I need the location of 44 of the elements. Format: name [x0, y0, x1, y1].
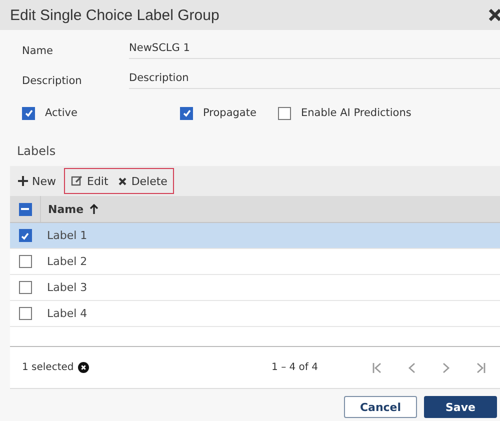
table-cell: Label 2	[47, 255, 88, 268]
row-checkbox[interactable]	[18, 307, 32, 320]
checkbox[interactable]	[180, 106, 193, 120]
checkbox-label: Enable AI Predictions	[301, 107, 412, 119]
plus-icon	[18, 176, 28, 186]
section-title: Labels	[16, 143, 57, 160]
page-range: 1 – 4 of 4	[272, 362, 318, 373]
row-checkbox[interactable]	[18, 229, 32, 242]
table-cell: Label 1	[47, 229, 88, 242]
table-row[interactable]: Label 2	[10, 249, 500, 275]
toolbar-button[interactable]: Edit	[67, 174, 112, 188]
field-label: Description	[22, 75, 83, 87]
minus-icon	[21, 207, 29, 211]
sort-arrow-icon[interactable]	[88, 203, 99, 215]
checkbox-label: Propagate	[203, 107, 256, 119]
column-header[interactable]: Name	[48, 202, 84, 216]
first-page-icon[interactable]	[372, 362, 382, 374]
table-cell: Label 4	[47, 307, 88, 320]
toolbar-button[interactable]: New	[14, 174, 60, 188]
toolbar-button[interactable]: Delete	[114, 174, 172, 188]
input-field[interactable]: Description	[129, 68, 500, 88]
edit-icon	[71, 175, 83, 187]
checkbox-label: Active	[45, 107, 78, 119]
row-checkbox[interactable]	[18, 255, 32, 268]
table-cell: Label 3	[47, 281, 88, 294]
row-checkbox[interactable]	[18, 281, 32, 294]
selection-count: 1 selected	[22, 362, 74, 373]
checkbox[interactable]	[22, 106, 35, 120]
cross-icon	[118, 176, 128, 186]
previous-page-icon[interactable]	[408, 362, 416, 374]
window-title: Edit Single Choice Label Group	[10, 6, 220, 24]
next-page-icon[interactable]	[442, 362, 450, 374]
table-row[interactable]: Label 4	[10, 301, 500, 327]
checkbox[interactable]	[278, 106, 291, 120]
input-field[interactable]: NewSCLG 1	[129, 38, 500, 58]
close-icon[interactable]	[488, 8, 500, 22]
table-row[interactable]: Label 3	[10, 275, 500, 301]
table-row[interactable]: Label 1	[10, 223, 500, 249]
field-label: Name	[22, 45, 54, 57]
last-page-icon[interactable]	[476, 362, 486, 374]
clear-selection-icon[interactable]	[78, 362, 89, 373]
cancel-button[interactable]: Cancel	[344, 396, 417, 418]
save-button[interactable]: Save	[424, 396, 497, 418]
select-all-checkbox[interactable]	[18, 202, 32, 216]
